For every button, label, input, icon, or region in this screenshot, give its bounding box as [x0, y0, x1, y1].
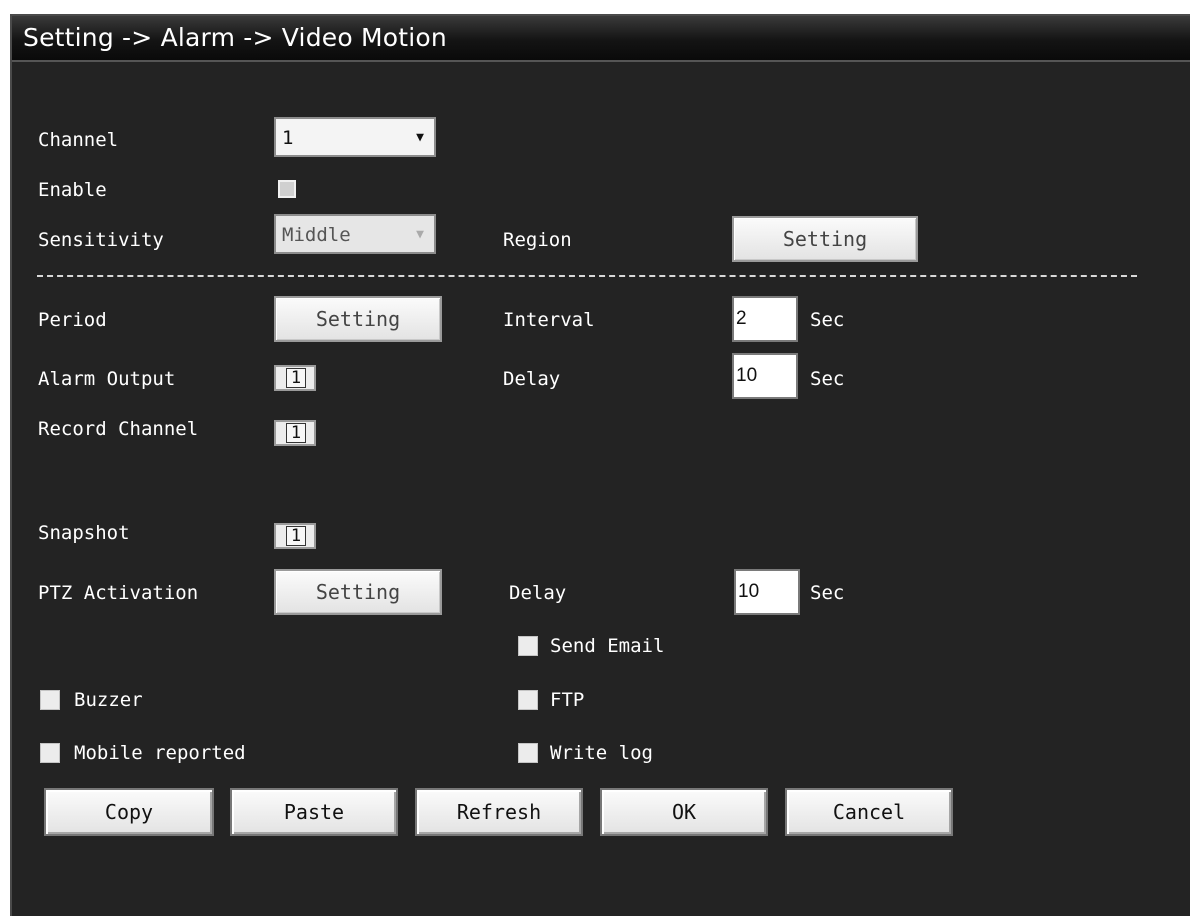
interval-label: Interval: [503, 309, 595, 331]
snapshot-selector[interactable]: 1: [274, 523, 316, 549]
refresh-button[interactable]: Refresh: [415, 788, 583, 836]
divider: [37, 275, 1137, 277]
enable-checkbox[interactable]: [278, 180, 296, 198]
ptz-activation-label: PTZ Activation: [38, 582, 199, 604]
alarm-output-selector[interactable]: 1: [274, 365, 316, 391]
interval-unit: Sec: [810, 309, 845, 331]
ptz-delay-label: Delay: [509, 582, 567, 604]
record-channel-selector[interactable]: 1: [274, 420, 316, 446]
interval-input[interactable]: [732, 296, 798, 342]
copy-button[interactable]: Copy: [44, 788, 214, 836]
sensitivity-value: Middle: [282, 224, 351, 246]
delay-unit: Sec: [810, 368, 845, 390]
title-bar: Setting -> Alarm -> Video Motion: [12, 16, 1190, 62]
alarm-output-value: 1: [286, 368, 306, 388]
period-label: Period: [38, 309, 107, 331]
ptz-delay-input[interactable]: [734, 569, 800, 615]
ptz-delay-unit: Sec: [810, 582, 845, 604]
cancel-button[interactable]: Cancel: [785, 788, 953, 836]
window-title: Setting -> Alarm -> Video Motion: [23, 23, 447, 52]
ftp-label: FTP: [550, 689, 585, 711]
channel-select[interactable]: 1 ▼: [274, 117, 436, 157]
mobile-reported-label: Mobile reported: [74, 742, 246, 764]
paste-button[interactable]: Paste: [230, 788, 398, 836]
write-log-label: Write log: [550, 742, 653, 764]
ok-button[interactable]: OK: [600, 788, 768, 836]
record-channel-label: Record Channel: [38, 418, 199, 440]
send-email-label: Send Email: [550, 635, 665, 657]
send-email-checkbox[interactable]: [518, 636, 538, 656]
write-log-checkbox[interactable]: [518, 743, 538, 763]
chevron-down-icon: ▼: [416, 227, 424, 242]
alarm-output-label: Alarm Output: [38, 368, 176, 390]
region-label: Region: [503, 229, 572, 251]
ptz-setting-button[interactable]: Setting: [274, 569, 442, 615]
channel-value: 1: [282, 127, 294, 149]
enable-label: Enable: [38, 179, 107, 201]
snapshot-value: 1: [286, 526, 306, 546]
video-motion-window: Setting -> Alarm -> Video Motion Channel…: [10, 14, 1190, 916]
ftp-checkbox[interactable]: [518, 690, 538, 710]
chevron-down-icon: ▼: [416, 130, 424, 145]
buzzer-checkbox[interactable]: [40, 690, 60, 710]
snapshot-label: Snapshot: [38, 522, 130, 544]
delay-input[interactable]: [732, 353, 798, 399]
sensitivity-label: Sensitivity: [38, 229, 164, 251]
period-setting-button[interactable]: Setting: [274, 296, 442, 342]
buzzer-label: Buzzer: [74, 689, 143, 711]
sensitivity-select[interactable]: Middle ▼: [274, 214, 436, 254]
channel-label: Channel: [38, 129, 119, 151]
record-channel-value: 1: [286, 423, 306, 443]
mobile-reported-checkbox[interactable]: [40, 743, 60, 763]
delay-label: Delay: [503, 368, 561, 390]
region-setting-button[interactable]: Setting: [732, 216, 918, 262]
